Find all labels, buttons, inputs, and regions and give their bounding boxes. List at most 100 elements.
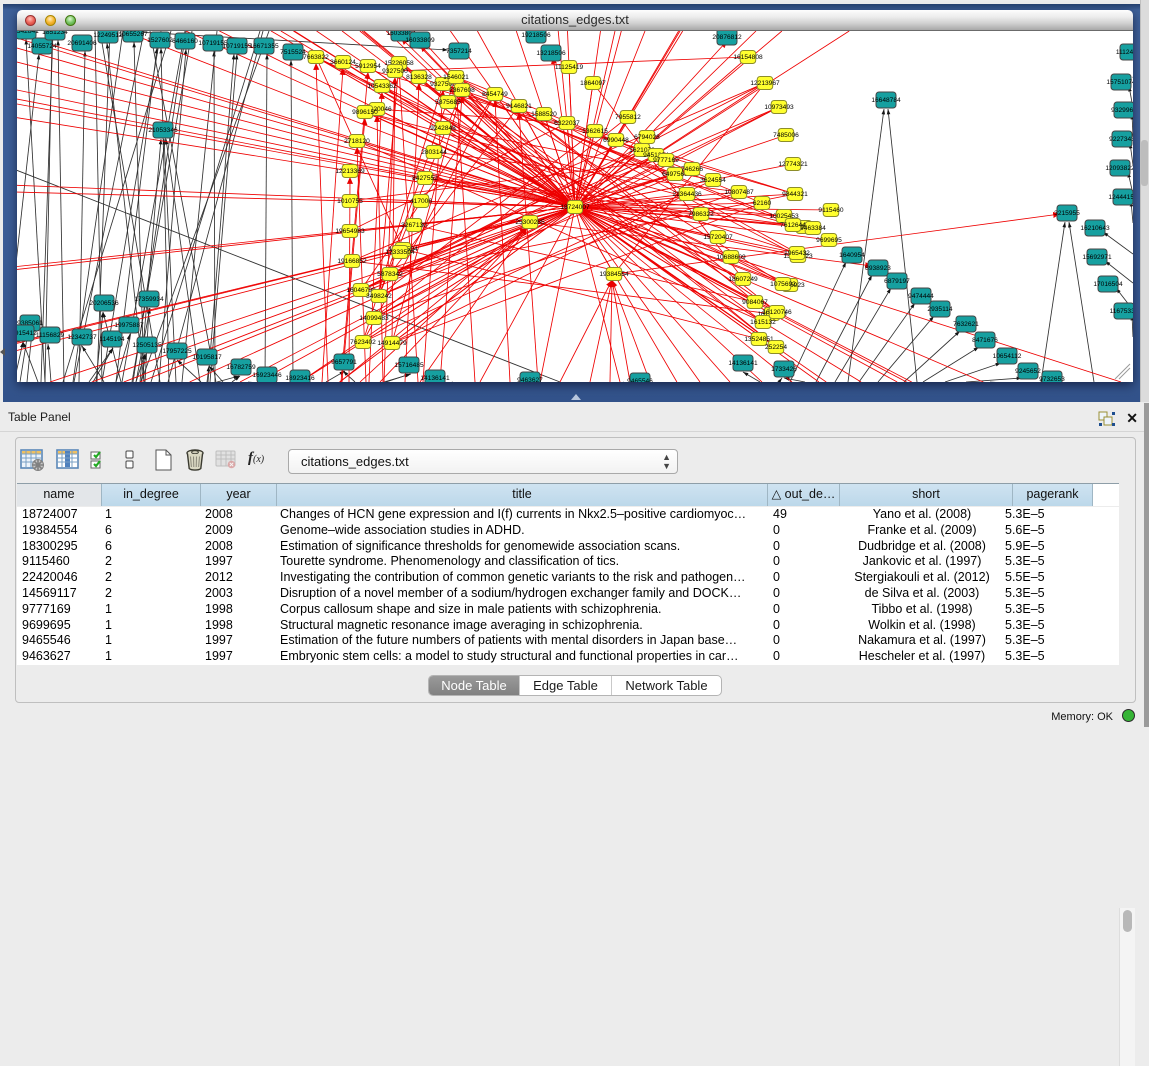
svg-text:16154808: 16154808	[733, 54, 763, 61]
svg-text:5878342: 5878342	[377, 271, 403, 278]
svg-text:6879197: 6879197	[884, 278, 910, 285]
svg-text:7357214: 7357214	[446, 48, 472, 55]
svg-text:1851234: 1851234	[42, 31, 68, 36]
svg-text:9146821: 9146821	[506, 103, 532, 110]
svg-text:13218506: 13218506	[536, 50, 566, 57]
svg-text:9474444: 9474444	[908, 293, 934, 300]
svg-text:16648784: 16648784	[871, 97, 901, 104]
svg-text:9463627: 9463627	[517, 377, 543, 382]
svg-text:19384554: 19384554	[599, 271, 629, 278]
svg-text:11125419: 11125419	[555, 64, 584, 71]
svg-text:252254: 252254	[765, 344, 787, 351]
svg-text:17016504: 17016504	[1093, 281, 1123, 288]
svg-text:2803144: 2803144	[421, 149, 447, 156]
svg-text:6990448: 6990448	[603, 137, 629, 144]
svg-text:62160: 62160	[753, 200, 772, 207]
svg-text:7632621: 7632621	[953, 321, 979, 328]
svg-text:3498242: 3498242	[366, 293, 392, 300]
svg-text:9242848: 9242848	[430, 125, 456, 132]
svg-text:10543362: 10543362	[367, 83, 397, 90]
svg-text:10195817: 10195817	[192, 354, 222, 361]
svg-text:11156829: 11156829	[36, 332, 65, 339]
svg-text:10655267: 10655267	[118, 31, 148, 38]
svg-text:3624554: 3624554	[700, 177, 726, 184]
svg-text:16120746: 16120746	[762, 309, 792, 316]
svg-text:12213967: 12213967	[750, 80, 780, 87]
svg-text:5875685: 5875685	[435, 99, 461, 106]
svg-text:15751074: 15751074	[1106, 79, 1133, 86]
svg-text:7623402: 7623402	[350, 339, 376, 346]
svg-text:2935114: 2935114	[927, 306, 953, 313]
svg-text:12333594: 12333594	[385, 249, 415, 256]
svg-text:2367608: 2367608	[449, 87, 475, 94]
svg-text:15720407: 15720407	[703, 234, 733, 241]
svg-text:9342841: 9342841	[17, 31, 39, 35]
svg-text:19218506: 19218506	[521, 32, 551, 39]
svg-text:20206536: 20206536	[89, 300, 119, 307]
svg-text:417006: 417006	[410, 198, 432, 205]
svg-text:6322037: 6322037	[554, 120, 580, 127]
svg-text:16923446: 16923446	[252, 372, 282, 379]
svg-text:9227343: 9227343	[1109, 136, 1133, 143]
svg-text:7955812: 7955812	[615, 114, 641, 121]
svg-text:9329966: 9329966	[1111, 107, 1133, 114]
svg-text:19654983: 19654983	[335, 228, 365, 235]
svg-text:8454749: 8454749	[482, 91, 508, 98]
svg-text:12444151: 12444151	[1108, 194, 1133, 201]
svg-text:8471676: 8471676	[972, 337, 998, 344]
svg-text:16671355: 16671355	[249, 43, 279, 50]
svg-text:9844321: 9844321	[782, 191, 808, 198]
svg-text:19166852: 19166852	[337, 258, 367, 265]
svg-text:7485006: 7485006	[773, 132, 799, 139]
svg-text:3660124: 3660124	[330, 59, 356, 66]
svg-text:8938923: 8938923	[865, 265, 891, 272]
svg-text:1362615: 1362615	[582, 128, 608, 135]
svg-text:9732653: 9732653	[1039, 376, 1065, 382]
svg-text:6466160: 6466160	[172, 38, 198, 45]
svg-text:7663822: 7663822	[303, 54, 329, 61]
svg-text:6794028: 6794028	[634, 134, 660, 141]
svg-text:11124321: 11124321	[1116, 49, 1133, 56]
svg-text:21053346: 21053346	[148, 127, 178, 134]
svg-text:7986322: 7986322	[688, 211, 714, 218]
svg-text:17359934: 17359934	[134, 296, 164, 303]
svg-text:9777169: 9777169	[653, 157, 679, 164]
svg-text:7612644: 7612644	[780, 222, 806, 229]
svg-text:10688609: 10688609	[716, 254, 746, 261]
svg-text:3267130: 3267130	[401, 222, 427, 229]
svg-text:1965432: 1965432	[784, 250, 810, 257]
svg-text:5912954: 5912954	[355, 63, 381, 70]
svg-text:1527602: 1527602	[147, 37, 173, 44]
svg-text:18607249: 18607249	[728, 276, 758, 283]
svg-text:16033809: 16033809	[405, 37, 435, 44]
svg-text:8136328: 8136328	[406, 74, 432, 81]
svg-text:1864097: 1864097	[580, 80, 606, 87]
svg-text:12213369: 12213369	[335, 168, 365, 175]
svg-text:17957225: 17957225	[162, 348, 192, 355]
svg-text:9084067: 9084067	[742, 299, 768, 306]
svg-text:12342737: 12342737	[67, 334, 97, 341]
svg-text:10654112: 10654112	[993, 353, 1022, 360]
svg-text:11675335: 11675335	[1110, 308, 1133, 315]
svg-text:9657791: 9657791	[331, 359, 357, 366]
svg-text:9327500: 9327500	[382, 68, 408, 75]
svg-text:3215955: 3215955	[1054, 210, 1080, 217]
svg-text:1733426: 1733426	[771, 366, 797, 373]
svg-text:9699695: 9699695	[816, 237, 842, 244]
svg-text:19975887: 19975887	[114, 322, 144, 329]
svg-text:20876812: 20876812	[712, 34, 742, 41]
svg-text:1010755: 1010755	[337, 198, 363, 205]
svg-text:25300285: 25300285	[515, 219, 545, 226]
svg-text:12505135: 12505135	[132, 342, 162, 349]
svg-text:16782759: 16782759	[226, 364, 256, 371]
svg-text:2718120: 2718120	[344, 138, 370, 145]
svg-text:10973493: 10973493	[764, 104, 794, 111]
svg-text:9896150: 9896150	[352, 109, 378, 116]
svg-text:1615132: 1615132	[750, 319, 776, 326]
svg-text:14055724: 14055724	[27, 43, 57, 50]
svg-text:15692971: 15692971	[1082, 254, 1112, 261]
svg-text:1588520: 1588520	[531, 111, 557, 118]
svg-text:14914479: 14914479	[377, 340, 407, 347]
svg-text:9465546: 9465546	[627, 378, 653, 382]
svg-text:10807487: 10807487	[724, 189, 754, 196]
